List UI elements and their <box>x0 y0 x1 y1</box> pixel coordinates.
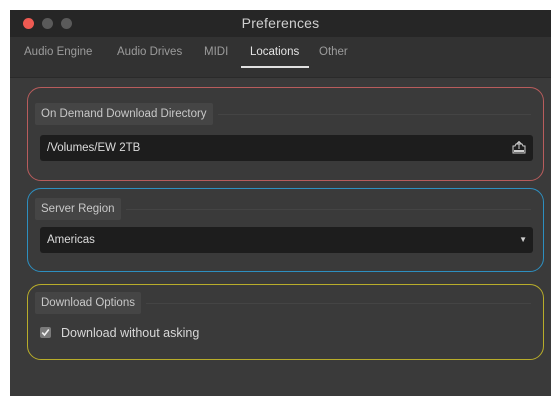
group-divider <box>126 209 531 210</box>
folder-icon[interactable] <box>512 141 526 154</box>
window-title: Preferences <box>241 15 320 31</box>
server-region-value: Americas <box>47 234 95 246</box>
checkmark-icon <box>41 329 50 337</box>
tab-audio-engine[interactable]: Audio Engine <box>24 37 92 77</box>
tab-locations-label: Locations <box>250 46 300 58</box>
download-without-asking-label: Download without asking <box>61 326 200 340</box>
download-without-asking-checkbox[interactable] <box>40 327 51 338</box>
tab-other[interactable]: Other <box>319 37 348 77</box>
download-directory-group: On Demand Download Directory /Volumes/EW… <box>27 87 544 181</box>
tab-midi[interactable]: MIDI <box>204 37 228 77</box>
server-region-group: Server Region Americas ▼ <box>27 188 544 272</box>
group-divider <box>146 303 531 304</box>
tab-audio-drives[interactable]: Audio Drives <box>117 37 182 77</box>
download-directory-field[interactable]: /Volumes/EW 2TB <box>40 135 533 161</box>
server-region-label: Server Region <box>35 198 121 220</box>
tab-locations[interactable]: Locations <box>241 37 309 77</box>
tab-bar: Audio Engine Audio Drives MIDI Locations… <box>10 37 551 78</box>
download-options-label: Download Options <box>35 292 141 314</box>
download-directory-label: On Demand Download Directory <box>35 103 213 125</box>
active-tab-indicator <box>241 66 309 68</box>
chevron-down-icon: ▼ <box>519 235 527 244</box>
locations-panel: On Demand Download Directory /Volumes/EW… <box>10 78 551 396</box>
server-region-select[interactable]: Americas ▼ <box>40 227 533 253</box>
title-bar: Preferences <box>10 10 551 37</box>
download-directory-value: /Volumes/EW 2TB <box>47 142 141 154</box>
download-options-group: Download Options Download without asking <box>27 284 544 360</box>
preferences-window: Preferences Audio Engine Audio Drives MI… <box>10 10 551 396</box>
group-divider <box>218 114 531 115</box>
